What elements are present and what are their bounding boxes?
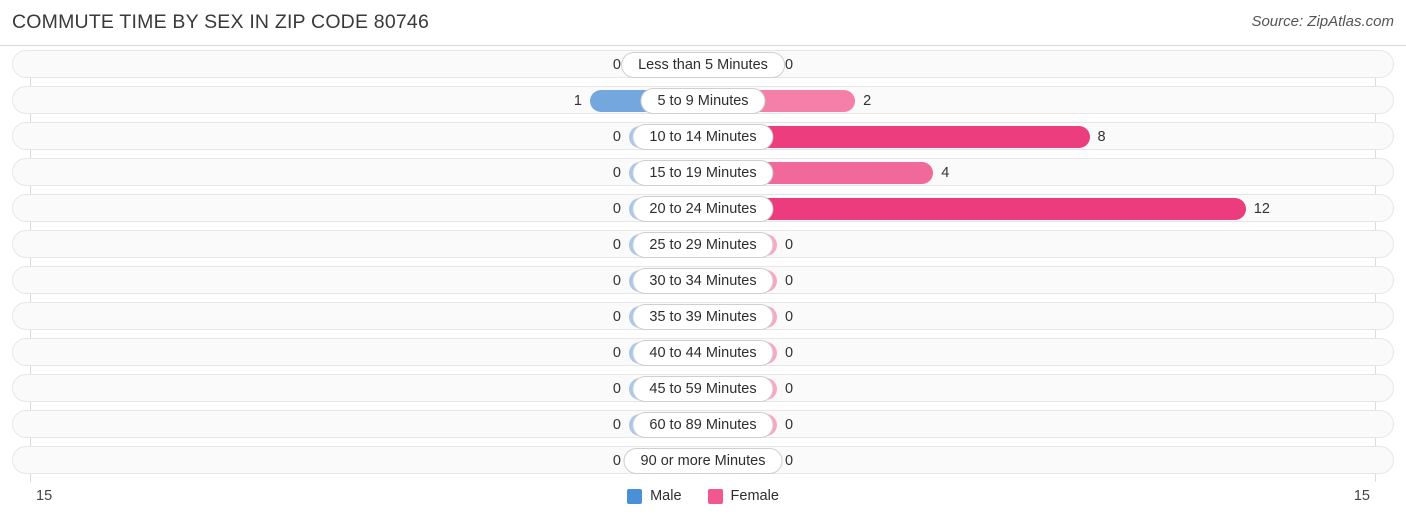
- table-row[interactable]: 0 0 25 to 29 Minutes: [12, 230, 1394, 258]
- value-label-female: 8: [1097, 129, 1106, 145]
- value-label-female: 0: [785, 57, 794, 73]
- table-row[interactable]: 0 0 60 to 89 Minutes: [12, 410, 1394, 438]
- table-row[interactable]: 0 0 Less than 5 Minutes: [12, 50, 1394, 78]
- value-label-male: 0: [612, 201, 621, 217]
- category-label[interactable]: 60 to 89 Minutes: [632, 412, 774, 438]
- value-label-female: 0: [785, 345, 794, 361]
- value-label-female: 0: [785, 417, 794, 433]
- value-label-female: 0: [785, 381, 794, 397]
- value-label-male: 0: [612, 165, 621, 181]
- chart-header: COMMUTE TIME BY SEX IN ZIP CODE 80746 So…: [0, 0, 1406, 46]
- plot-area: 0 0 Less than 5 Minutes 1 2 5 to 9 Minutes 0 8 1…: [0, 50, 1406, 482]
- table-row[interactable]: 0 8 10 to 14 Minutes: [12, 122, 1394, 150]
- table-row[interactable]: 0 0 40 to 44 Minutes: [12, 338, 1394, 366]
- category-label[interactable]: 20 to 24 Minutes: [632, 196, 774, 222]
- category-label[interactable]: Less than 5 Minutes: [621, 52, 785, 78]
- value-label-female: 2: [863, 93, 872, 109]
- value-label-female: 0: [785, 453, 794, 469]
- category-label[interactable]: 30 to 34 Minutes: [632, 268, 774, 294]
- value-label-male: 0: [612, 57, 621, 73]
- value-label-male: 0: [612, 273, 621, 289]
- value-label-male: 0: [612, 129, 621, 145]
- category-label[interactable]: 5 to 9 Minutes: [640, 88, 766, 114]
- legend-swatch-female-icon: [707, 488, 723, 504]
- table-row[interactable]: 0 0 35 to 39 Minutes: [12, 302, 1394, 330]
- value-label-male: 0: [612, 417, 621, 433]
- source-attribution: Source: ZipAtlas.com: [1251, 13, 1394, 30]
- category-label[interactable]: 90 or more Minutes: [623, 448, 783, 474]
- value-label-male: 1: [573, 93, 582, 109]
- table-row[interactable]: 0 0 90 or more Minutes: [12, 446, 1394, 474]
- category-label[interactable]: 15 to 19 Minutes: [632, 160, 774, 186]
- table-row[interactable]: 0 0 45 to 59 Minutes: [12, 374, 1394, 402]
- chart-footer: 15 15 Male Female: [0, 482, 1406, 523]
- category-label[interactable]: 45 to 59 Minutes: [632, 376, 774, 402]
- value-label-male: 0: [612, 237, 621, 253]
- table-row[interactable]: 1 2 5 to 9 Minutes: [12, 86, 1394, 114]
- legend-item-female[interactable]: Female: [707, 488, 779, 504]
- page-title: COMMUTE TIME BY SEX IN ZIP CODE 80746: [12, 11, 430, 33]
- category-label[interactable]: 40 to 44 Minutes: [632, 340, 774, 366]
- category-label[interactable]: 10 to 14 Minutes: [632, 124, 774, 150]
- value-label-female: 0: [785, 237, 794, 253]
- table-row[interactable]: 0 12 20 to 24 Minutes: [12, 194, 1394, 222]
- value-label-male: 0: [612, 453, 621, 469]
- table-row[interactable]: 0 0 30 to 34 Minutes: [12, 266, 1394, 294]
- value-label-male: 0: [612, 309, 621, 325]
- value-label-male: 0: [612, 345, 621, 361]
- value-label-female: 0: [785, 309, 794, 325]
- category-label[interactable]: 25 to 29 Minutes: [632, 232, 774, 258]
- legend-swatch-male-icon: [627, 488, 643, 504]
- legend-label-female: Female: [730, 488, 779, 504]
- legend-item-male[interactable]: Male: [627, 488, 682, 504]
- value-label-female: 12: [1253, 201, 1270, 217]
- value-label-female: 4: [941, 165, 950, 181]
- bar-female[interactable]: [703, 198, 1246, 220]
- category-label[interactable]: 35 to 39 Minutes: [632, 304, 774, 330]
- legend-label-male: Male: [650, 488, 682, 504]
- commute-time-chart: COMMUTE TIME BY SEX IN ZIP CODE 80746 So…: [0, 0, 1406, 523]
- chart-legend: Male Female: [0, 488, 1406, 504]
- header-divider: [0, 45, 1406, 46]
- value-label-male: 0: [612, 381, 621, 397]
- value-label-female: 0: [785, 273, 794, 289]
- table-row[interactable]: 0 4 15 to 19 Minutes: [12, 158, 1394, 186]
